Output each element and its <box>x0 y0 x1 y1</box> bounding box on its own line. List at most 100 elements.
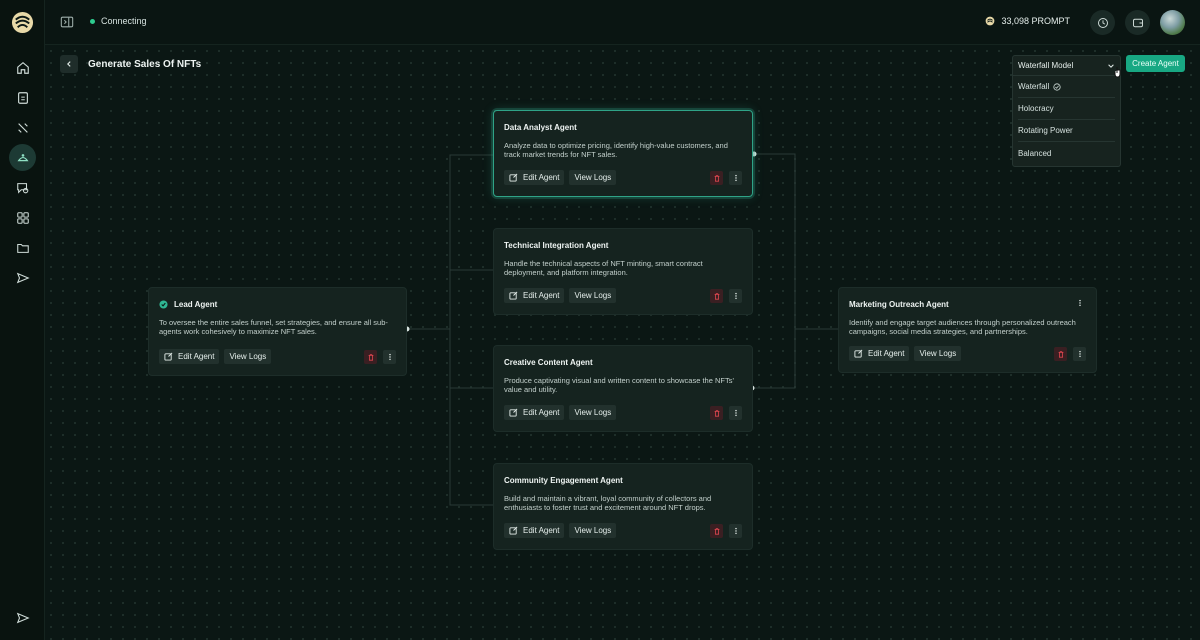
grid-icon[interactable] <box>9 204 36 231</box>
agent-card-data-analyst[interactable]: Data Analyst Agent Analyze data to optim… <box>493 110 753 197</box>
prompt-balance-value: 33,098 PROMPT <box>1001 16 1070 26</box>
more-vertical-icon <box>734 174 737 182</box>
edit-agent-button[interactable]: Edit Agent <box>159 349 220 364</box>
agent-description: Analyze data to optimize pricing, identi… <box>504 141 728 159</box>
edit-icon <box>854 349 863 358</box>
lead-agent-icon <box>159 300 168 309</box>
edit-agent-label: Edit Agent <box>868 349 905 358</box>
view-logs-label: View Logs <box>574 526 612 535</box>
more-options-button[interactable] <box>729 406 742 420</box>
agent-title-text: Lead Agent <box>174 300 218 309</box>
edit-agent-button[interactable]: Edit Agent <box>504 170 565 185</box>
more-options-button[interactable] <box>383 350 396 364</box>
delete-button[interactable] <box>710 524 723 538</box>
logout-icon[interactable] <box>9 604 36 631</box>
edit-agent-button[interactable]: Edit Agent <box>504 405 565 420</box>
view-logs-button[interactable]: View Logs <box>914 346 962 361</box>
agent-card-lead[interactable]: Lead Agent To oversee the entire sales f… <box>148 287 407 376</box>
top-bar: Connecting 33,098 PROMPT <box>45 0 1200 45</box>
edit-agent-button[interactable]: Edit Agent <box>849 346 910 361</box>
agent-card-technical-integration[interactable]: Technical Integration Agent Handle the t… <box>493 228 753 315</box>
more-vertical-icon <box>1078 299 1081 307</box>
model-option-label: Balanced <box>1018 148 1052 158</box>
more-options-button[interactable] <box>1073 296 1086 310</box>
trash-icon <box>714 175 719 182</box>
sidebar <box>0 0 45 640</box>
back-button[interactable] <box>60 55 78 73</box>
edit-agent-button[interactable]: Edit Agent <box>504 523 565 538</box>
send-icon[interactable] <box>9 264 36 291</box>
agent-title: Technical Integration Agent <box>504 241 609 250</box>
history-icon <box>1097 17 1108 28</box>
agent-title: Creative Content Agent <box>504 358 593 367</box>
view-logs-label: View Logs <box>574 291 612 300</box>
app-logo[interactable] <box>11 11 34 34</box>
more-vertical-icon <box>1078 350 1081 358</box>
trash-icon <box>714 528 719 535</box>
more-options-button[interactable] <box>729 524 742 538</box>
user-avatar[interactable] <box>1160 10 1185 35</box>
edit-agent-label: Edit Agent <box>523 526 560 535</box>
history-button[interactable] <box>1090 10 1115 35</box>
agent-title: Data Analyst Agent <box>504 123 577 132</box>
delete-button[interactable] <box>710 171 723 185</box>
more-options-button[interactable] <box>1073 347 1086 361</box>
view-logs-label: View Logs <box>574 408 612 417</box>
create-agent-button[interactable]: Create Agent <box>1126 55 1185 72</box>
edit-agent-label: Edit Agent <box>523 408 560 417</box>
token-icon <box>986 16 995 26</box>
model-dropdown[interactable]: Waterfall Model Waterfall Holocracy Rota… <box>1012 55 1121 167</box>
check-circle-icon <box>1053 82 1061 91</box>
edit-icon <box>164 352 173 361</box>
connection-status: Connecting <box>90 16 147 26</box>
agent-description: Build and maintain a vibrant, loyal comm… <box>504 494 712 512</box>
view-logs-button[interactable]: View Logs <box>569 288 617 303</box>
model-dropdown-header[interactable]: Waterfall Model <box>1013 56 1120 76</box>
view-logs-button[interactable]: View Logs <box>569 170 617 185</box>
view-logs-button[interactable]: View Logs <box>224 349 272 364</box>
trash-icon <box>714 410 719 417</box>
document-icon[interactable] <box>9 84 36 111</box>
wallet-icon <box>1132 18 1143 27</box>
delete-button[interactable] <box>710 289 723 303</box>
more-vertical-icon <box>734 409 737 417</box>
model-option-balanced[interactable]: Balanced <box>1018 142 1115 164</box>
search-chat-icon[interactable] <box>9 174 36 201</box>
edit-agent-label: Edit Agent <box>523 291 560 300</box>
page-title: Generate Sales Of NFTs <box>88 59 202 70</box>
edit-icon <box>509 291 518 300</box>
model-option-label: Waterfall <box>1018 82 1050 91</box>
folder-icon[interactable] <box>9 234 36 261</box>
model-option-holocracy[interactable]: Holocracy <box>1018 98 1115 120</box>
model-option-label: Rotating Power <box>1018 126 1073 135</box>
tools-icon[interactable] <box>9 114 36 141</box>
delete-button[interactable] <box>1054 347 1067 361</box>
more-options-button[interactable] <box>729 171 742 185</box>
model-option-rotating-power[interactable]: Rotating Power <box>1018 120 1115 142</box>
model-option-label: Holocracy <box>1018 104 1054 113</box>
agent-card-creative-content[interactable]: Creative Content Agent Produce captivati… <box>493 345 753 432</box>
trash-icon <box>714 293 719 300</box>
edit-icon <box>509 173 518 182</box>
view-logs-button[interactable]: View Logs <box>569 405 617 420</box>
more-options-button[interactable] <box>729 289 742 303</box>
model-selected-value: Waterfall Model <box>1018 61 1074 70</box>
edit-agent-button[interactable]: Edit Agent <box>504 288 565 303</box>
prompt-balance: 33,098 PROMPT <box>985 16 1070 26</box>
edit-icon <box>509 526 518 535</box>
mouse-cursor-icon <box>1114 67 1121 78</box>
view-logs-button[interactable]: View Logs <box>569 523 617 538</box>
panel-toggle-icon[interactable] <box>60 15 74 29</box>
more-vertical-icon <box>734 292 737 300</box>
agent-description: To oversee the entire sales funnel, set … <box>159 318 388 336</box>
view-logs-label: View Logs <box>919 349 957 358</box>
agent-card-marketing-outreach[interactable]: Marketing Outreach Agent Identify and en… <box>838 287 1097 373</box>
wallet-button[interactable] <box>1125 10 1150 35</box>
more-vertical-icon <box>734 527 737 535</box>
delete-button[interactable] <box>710 406 723 420</box>
delete-button[interactable] <box>364 350 377 364</box>
agent-card-community-engagement[interactable]: Community Engagement Agent Build and mai… <box>493 463 753 550</box>
home-icon[interactable] <box>9 54 36 81</box>
agents-icon[interactable] <box>9 144 36 171</box>
model-option-waterfall[interactable]: Waterfall <box>1018 76 1115 98</box>
